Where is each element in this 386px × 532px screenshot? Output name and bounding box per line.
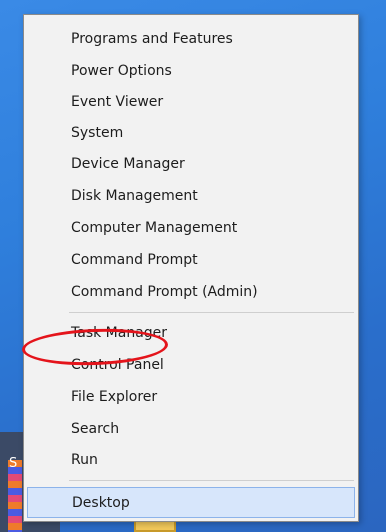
menu-item-system[interactable]: System (26, 118, 356, 149)
menu-item-desktop[interactable]: Desktop (27, 487, 355, 518)
menu-item-device-manager[interactable]: Device Manager (26, 149, 356, 180)
menu-item-command-prompt[interactable]: Command Prompt (26, 245, 356, 276)
menu-item-file-explorer[interactable]: File Explorer (26, 382, 356, 413)
menu-item-disk-management[interactable]: Disk Management (26, 181, 356, 212)
menu-separator (69, 480, 354, 481)
menu-item-power-options[interactable]: Power Options (26, 56, 356, 87)
start-label: S (9, 456, 18, 471)
menu-item-event-viewer[interactable]: Event Viewer (26, 87, 356, 118)
menu-item-computer-management[interactable]: Computer Management (26, 213, 356, 244)
menu-item-run[interactable]: Run (26, 445, 356, 476)
menu-separator (69, 312, 354, 313)
menu-item-command-prompt-admin[interactable]: Command Prompt (Admin) (26, 277, 356, 308)
menu-item-programs-and-features[interactable]: Programs and Features (26, 24, 356, 55)
menu-item-search[interactable]: Search (26, 414, 356, 445)
screen: { "menu": { "items": [ {"label": "Progra… (0, 0, 386, 532)
power-user-menu: Programs and Features Power Options Even… (23, 14, 359, 522)
